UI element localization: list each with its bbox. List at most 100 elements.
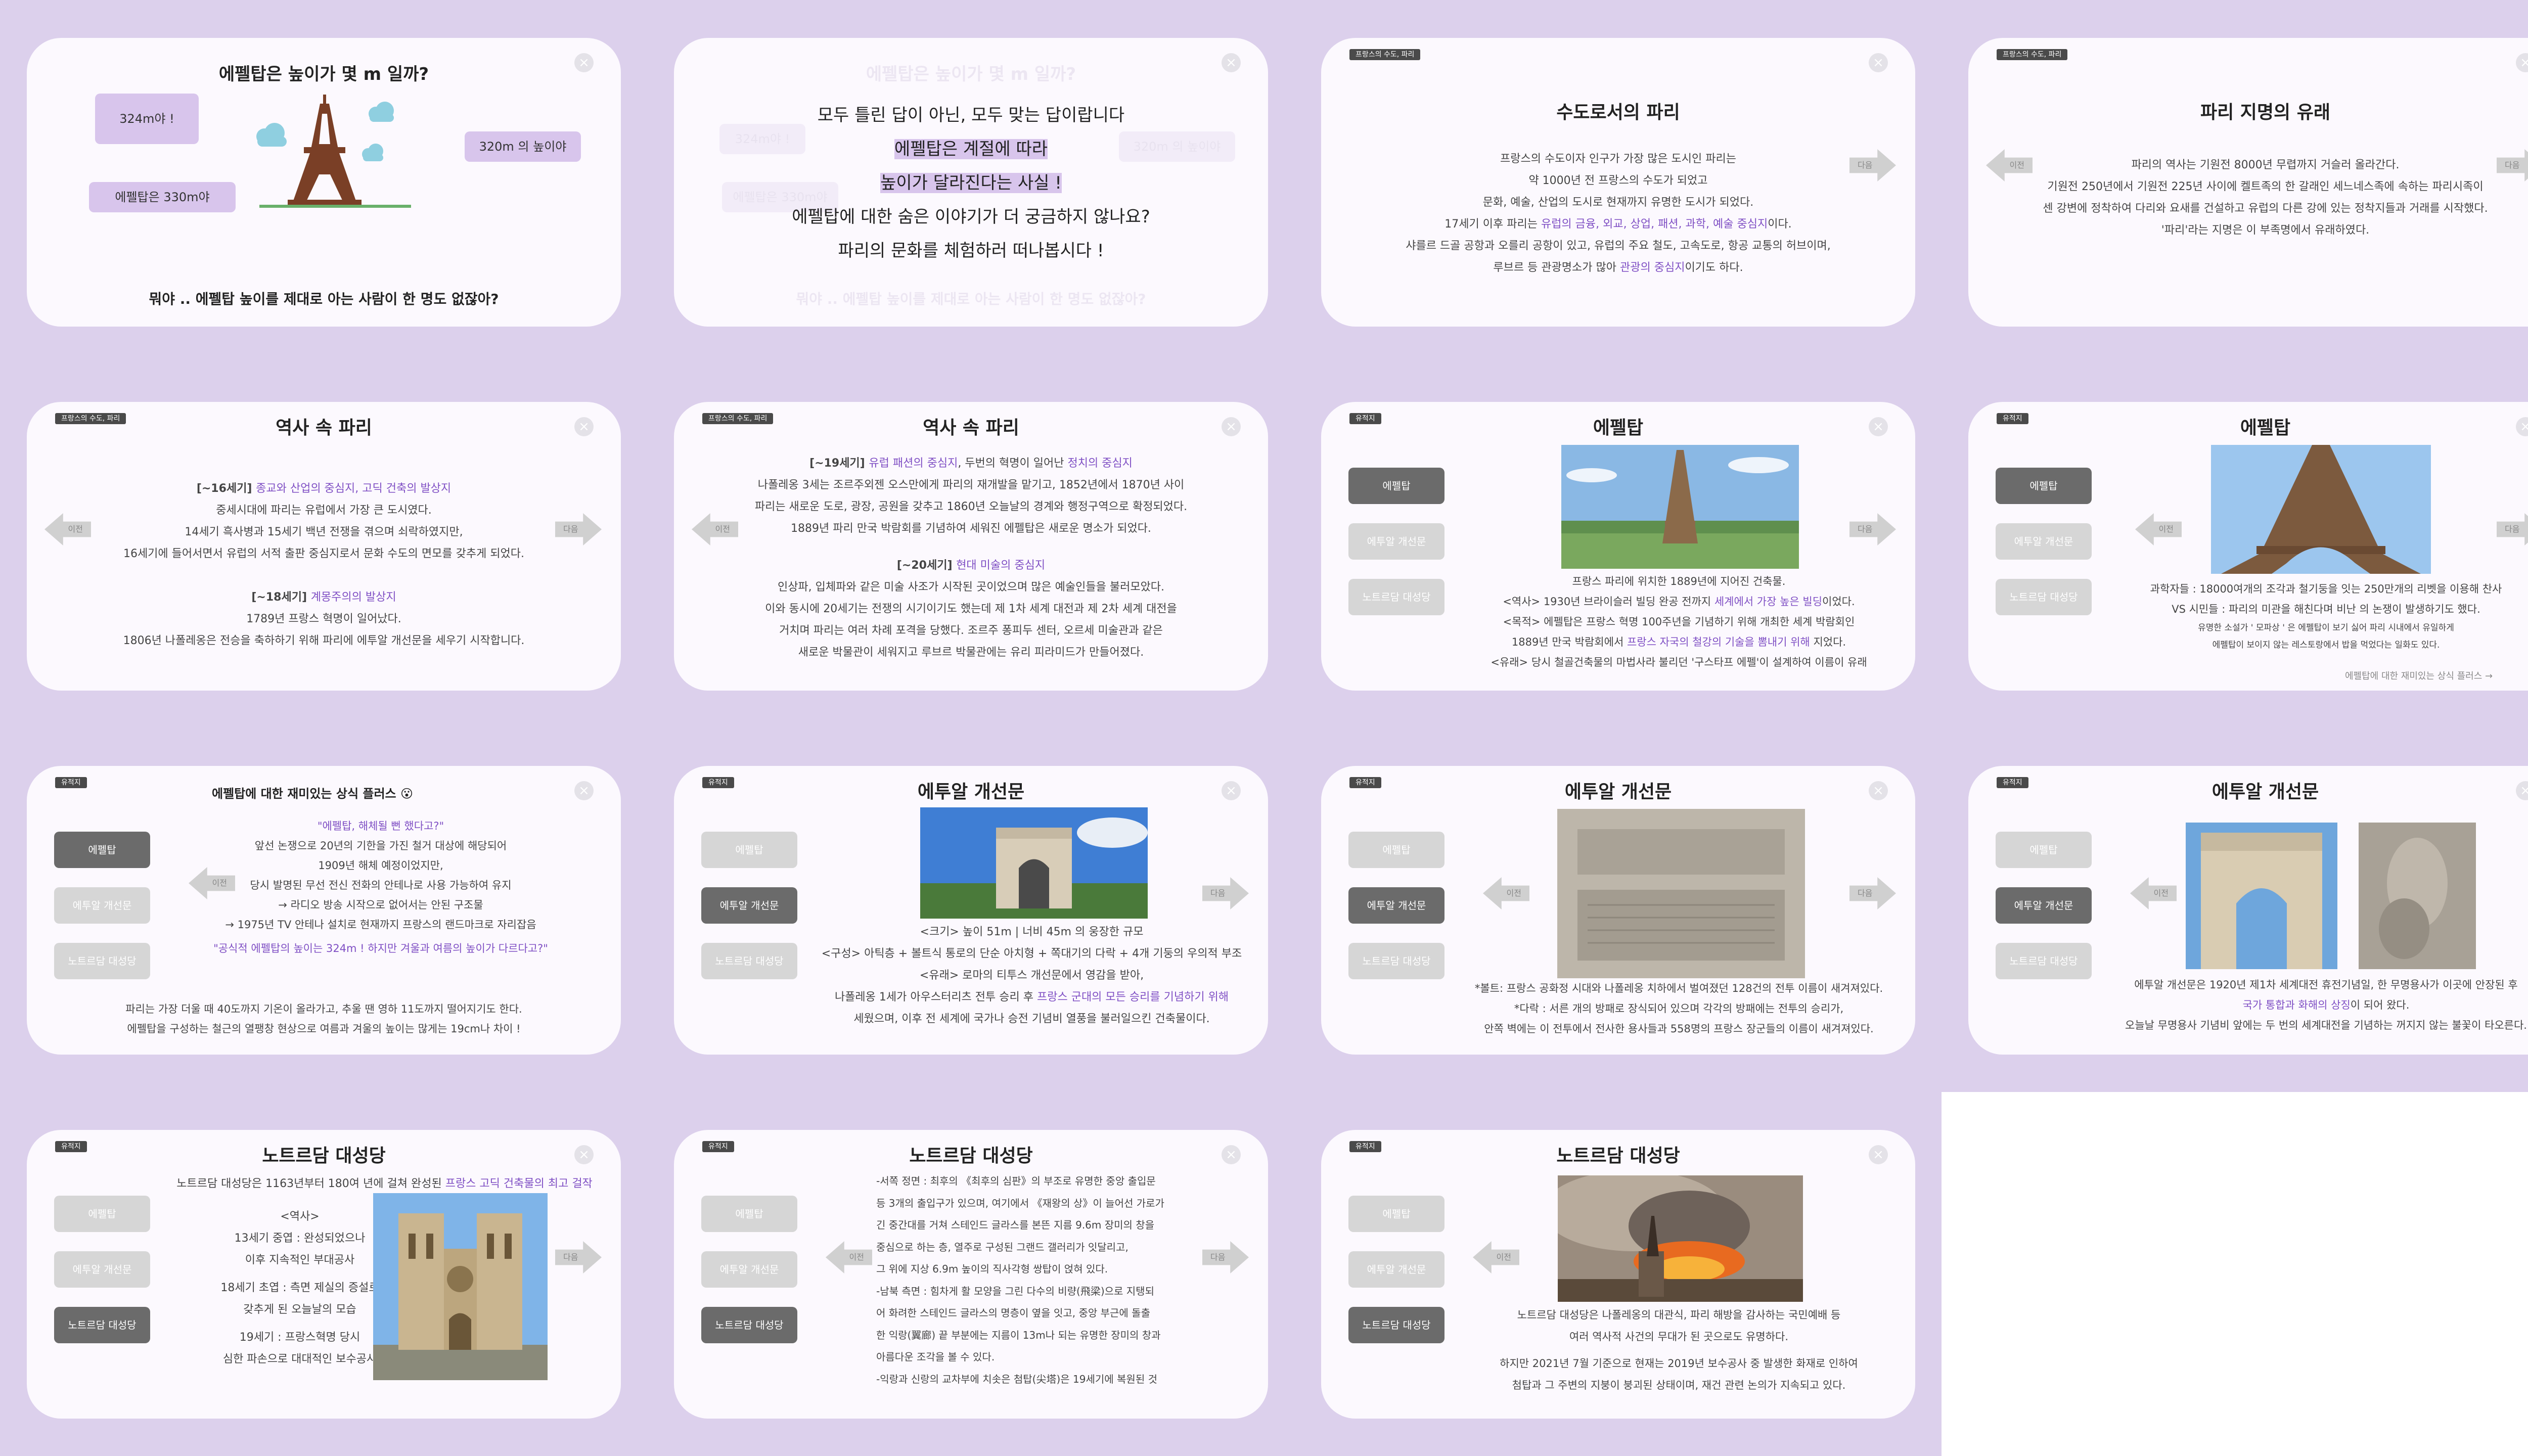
slide-body: 프랑스의 수도이자 인구가 가장 많은 도시인 파리는 약 1000년 전 프랑스… xyxy=(1406,153,1831,274)
slide-capital-paris[interactable]: 프랑스의 수도, 파리 × 수도로서의 파리 프랑스의 수도이자 인구가 가장 … xyxy=(1321,38,1915,327)
sidebar-item-arc[interactable]: 에투알 개선문 xyxy=(1348,523,1444,560)
sidebar-item-eiffel[interactable]: 에펠탑 xyxy=(1348,468,1444,504)
sidebar-item-eiffel[interactable]: 에펠탑 xyxy=(54,1196,150,1232)
slide-title: 노트르담 대성당 xyxy=(262,1146,386,1166)
sidebar-item-eiffel[interactable]: 에펠탑 xyxy=(1996,832,2092,868)
prev-button[interactable]: 이전 xyxy=(1473,1241,1519,1273)
arc-inscription-photo xyxy=(1557,809,1805,978)
slide-body: [~19세기] 유럽 패션의 중심지, 두번의 혁명이 일어난 정치의 중심지 … xyxy=(754,457,1188,659)
sidebar-item-notre-dame[interactable]: 노트르담 대성당 xyxy=(1348,1307,1444,1343)
slide-body: [~16세기] 종교와 산업의 중심지, 고딕 건축의 발상지 중세시대에 파리… xyxy=(123,482,525,647)
close-icon[interactable]: × xyxy=(574,781,594,800)
sidebar-item-eiffel[interactable]: 에펠탑 xyxy=(54,832,150,868)
next-button[interactable]: 다음 xyxy=(1849,877,1896,909)
slide-paris-name-origin[interactable]: 프랑스의 수도, 파리 × 파리 지명의 유래 파리의 역사는 기원전 8000… xyxy=(1968,38,2528,327)
sidebar-item-eiffel[interactable]: 에펠탑 xyxy=(701,1196,797,1232)
sidebar-item-notre-dame[interactable]: 노트르담 대성당 xyxy=(1348,579,1444,615)
next-button[interactable]: 다음 xyxy=(2497,513,2528,545)
section-tag: 프랑스의 수도, 파리 xyxy=(1997,49,2068,60)
sidebar-item-eiffel[interactable]: 에펠탑 xyxy=(1996,468,2092,504)
slide-eiffel-quiz[interactable]: × 에펠탑은 높이가 몇 m 일까? 324m야 ! 에펠탑은 330m야 32… xyxy=(27,38,621,327)
slide-notre-dame-1[interactable]: 유적지 × 에펠탑 에투알 개선문 노트르담 대성당 노트르담 대성당 노트르담… xyxy=(27,1130,621,1419)
slide-title: 에펠탑 xyxy=(2240,418,2291,438)
sidebar-item-arc[interactable]: 에투알 개선문 xyxy=(54,1251,150,1288)
slide-history-2[interactable]: 프랑스의 수도, 파리 × 역사 속 파리 [~19세기] 유럽 패션의 중심지… xyxy=(674,402,1268,691)
sidebar-item-eiffel[interactable]: 에펠탑 xyxy=(1348,1196,1444,1232)
slide-title: 에펠탑은 높이가 몇 m 일까? xyxy=(218,64,429,84)
slide-grid: × 에펠탑은 높이가 몇 m 일까? 324m야 ! 에펠탑은 330m야 32… xyxy=(0,0,2528,1456)
close-icon[interactable]: × xyxy=(1869,53,1888,72)
prev-button[interactable]: 이전 xyxy=(2130,877,2177,909)
slide-title: 수도로서의 파리 xyxy=(1556,102,1680,123)
next-button[interactable]: 다음 xyxy=(1202,877,1249,909)
slide-title: 에투알 개선문 xyxy=(2211,782,2319,802)
prev-button[interactable]: 이전 xyxy=(826,1241,872,1273)
prev-button[interactable]: 이전 xyxy=(1986,149,2033,181)
answer-text: 모두 틀린 답이 아닌, 모두 맞는 답이랍니다 에펠탑은 계절에 따라 높이가… xyxy=(792,105,1150,261)
prev-button[interactable]: 이전 xyxy=(1483,877,1529,909)
next-button[interactable]: 다음 xyxy=(555,513,602,545)
prev-button[interactable]: 이전 xyxy=(189,867,235,899)
slide-history-1[interactable]: 프랑스의 수도, 파리 × 역사 속 파리 [~16세기] 종교와 산업의 중심… xyxy=(27,402,621,691)
sidebar-item-arc[interactable]: 에투알 개선문 xyxy=(54,887,150,924)
slide-eiffel-2[interactable]: 유적지 × 에펠탑 에투알 개선문 노트르담 대성당 에펠탑 과학자들 : 18… xyxy=(1968,402,2528,691)
sidebar-item-arc[interactable]: 에투알 개선문 xyxy=(1348,887,1444,924)
sidebar-item-notre-dame[interactable]: 노트르담 대성당 xyxy=(54,943,150,979)
prev-button[interactable]: 이전 xyxy=(692,513,738,545)
eiffel-closeup-photo xyxy=(2211,445,2431,574)
next-button[interactable]: 다음 xyxy=(555,1241,602,1273)
slide-title: 에투알 개선문 xyxy=(1564,782,1672,802)
slide-arc-2[interactable]: 유적지 × 에펠탑 에투알 개선문 노트르담 대성당 에투알 개선문 *볼트: … xyxy=(1321,766,1915,1055)
slide-body-bottom: 파리는 가장 더울 때 40도까지 기온이 올라가고, 추울 땐 영하 11도까… xyxy=(125,1003,522,1035)
section-tag: 프랑스의 수도, 파리 xyxy=(1349,49,1421,60)
prev-button[interactable]: 이전 xyxy=(2135,513,2182,545)
eiffel-tower-illustration xyxy=(239,94,431,210)
sidebar-item-arc[interactable]: 에투알 개선문 xyxy=(1996,523,2092,560)
slide-title: 노트르담 대성당 xyxy=(909,1146,1033,1166)
slide-eiffel-1[interactable]: 유적지 × 에펠탑 에투알 개선문 노트르담 대성당 에펠탑 프랑스 파리에 위… xyxy=(1321,402,1915,691)
slide-notre-dame-3[interactable]: 유적지 × 에펠탑 에투알 개선문 노트르담 대성당 노트르담 대성당 노트르담… xyxy=(1321,1130,1915,1419)
sidebar-item-arc[interactable]: 에투알 개선문 xyxy=(1348,1251,1444,1288)
slide-arc-1[interactable]: 유적지 × 에펠탑 에투알 개선문 노트르담 대성당 에투알 개선문 <크기> … xyxy=(674,766,1268,1055)
bottom-caption: 뭐야 .. 에펠탑 높이를 제대로 아는 사람이 한 명도 없잖아? xyxy=(149,291,499,307)
slide-body: -서쪽 정면 : 최후의 《최후의 심판》의 부조로 유명한 중앙 출입문 등 3… xyxy=(876,1175,1164,1385)
slide-body: 프랑스 파리에 위치한 1889년에 지어진 건축물. <역사> 1930년 브… xyxy=(1491,575,1867,668)
arc-relief-photo xyxy=(2359,823,2476,969)
ghost-caption: 뭐야 .. 에펠탑 높이를 제대로 아는 사람이 한 명도 없잖아? xyxy=(796,291,1146,307)
slide-body: 과학자들 : 18000여개의 조각과 철기둥을 잇는 250만개의 리벳을 이… xyxy=(2150,583,2502,650)
sidebar-item-notre-dame[interactable]: 노트르담 대성당 xyxy=(1996,943,2092,979)
slide-intro: 노트르담 대성당은 1163년부터 180여 년에 걸쳐 완성된 프랑스 고딕 … xyxy=(176,1177,593,1190)
sidebar-item-eiffel[interactable]: 에펠탑 xyxy=(1348,832,1444,868)
more-link[interactable]: 에펠탑에 대한 재미있는 상식 플러스 → xyxy=(2345,669,2493,682)
sidebar-item-arc[interactable]: 에투알 개선문 xyxy=(701,1251,797,1288)
ghost-title: 에펠탑은 높이가 몇 m 일까? xyxy=(866,64,1076,84)
slide-title: 역사 속 파리 xyxy=(276,418,372,438)
sidebar-item-notre-dame[interactable]: 노트르담 대성당 xyxy=(1348,943,1444,979)
prev-button[interactable]: 이전 xyxy=(44,513,91,545)
sidebar-item-notre-dame[interactable]: 노트르담 대성당 xyxy=(54,1307,150,1343)
sidebar-item-notre-dame[interactable]: 노트르담 대성당 xyxy=(1996,579,2092,615)
close-icon[interactable]: × xyxy=(2516,53,2528,72)
sidebar-item-notre-dame[interactable]: 노트르담 대성당 xyxy=(701,1307,797,1343)
next-button[interactable]: 다음 xyxy=(1849,149,1896,181)
next-button[interactable]: 다음 xyxy=(2497,149,2528,181)
empty-area xyxy=(1942,1092,2528,1456)
speech-bubble: 에펠탑은 330m야 xyxy=(89,182,236,212)
sidebar-item-arc[interactable]: 에투알 개선문 xyxy=(1996,887,2092,924)
speech-bubble: 324m야 ! xyxy=(95,94,199,144)
sidebar-item-arc[interactable]: 에투알 개선문 xyxy=(701,887,797,924)
slide-title: 에펠탑 xyxy=(1593,418,1644,438)
slide-arc-3[interactable]: 유적지 × 에펠탑 에투알 개선문 노트르담 대성당 에투알 개선문 에투알 개… xyxy=(1968,766,2528,1055)
slide-body: *볼트: 프랑스 공화정 시대와 나폴레옹 치하에서 벌여졌던 128건의 전투… xyxy=(1474,982,1883,1035)
slide-title: 역사 속 파리 xyxy=(923,418,1019,438)
slide-notre-dame-2[interactable]: 유적지 × 에펠탑 에투알 개선문 노트르담 대성당 노트르담 대성당 -서쪽 … xyxy=(674,1130,1268,1419)
sidebar-item-eiffel[interactable]: 에펠탑 xyxy=(701,832,797,868)
slide-eiffel-answer[interactable]: × 에펠탑은 높이가 몇 m 일까? 324m야 ! 에펠탑은 330m야 32… xyxy=(674,38,1268,327)
next-button[interactable]: 다음 xyxy=(1849,513,1896,545)
next-button[interactable]: 다음 xyxy=(1202,1241,1249,1273)
slide-title: 에투알 개선문 xyxy=(917,782,1025,802)
slide-body: "에펠탑, 해체될 뻔 했다고?" 앞선 논쟁으로 20년의 기한을 가진 철거… xyxy=(213,820,548,954)
sidebar-item-notre-dame[interactable]: 노트르담 대성당 xyxy=(701,943,797,979)
slide-eiffel-trivia[interactable]: 유적지 × 에펠탑 에투알 개선문 노트르담 대성당 에펠탑에 대한 재미있는 … xyxy=(27,766,621,1055)
slide-title: 파리 지명의 유래 xyxy=(2200,102,2330,123)
